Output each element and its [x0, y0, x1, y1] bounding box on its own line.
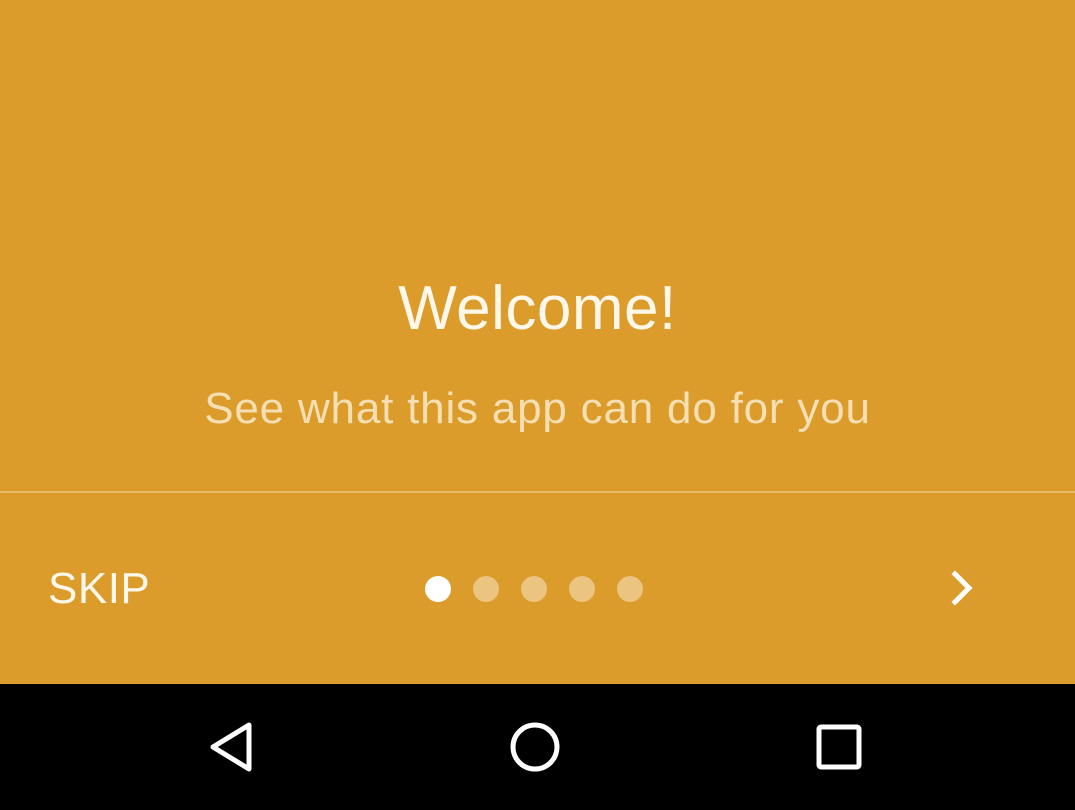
next-button[interactable]	[930, 556, 994, 620]
welcome-title: Welcome!	[398, 274, 677, 343]
home-button[interactable]	[480, 694, 590, 800]
home-circle-icon	[510, 722, 560, 772]
bottom-bar-divider	[0, 491, 1075, 493]
page-dot-1[interactable]	[425, 576, 451, 602]
app-screen: Welcome! See what this app can do for yo…	[0, 0, 1075, 810]
page-dot-3[interactable]	[521, 576, 547, 602]
chevron-right-icon	[951, 570, 973, 606]
onboarding-slide: Welcome! See what this app can do for yo…	[0, 0, 1075, 684]
system-navigation-bar	[0, 684, 1075, 810]
back-button[interactable]	[178, 694, 288, 800]
page-dot-2[interactable]	[473, 576, 499, 602]
recents-button[interactable]	[784, 694, 894, 800]
page-dot-4[interactable]	[569, 576, 595, 602]
page-dot-5[interactable]	[617, 576, 643, 602]
back-triangle-icon	[210, 722, 252, 772]
recents-square-icon	[816, 724, 862, 770]
page-indicator	[425, 576, 643, 602]
welcome-subtitle: See what this app can do for you	[204, 384, 871, 433]
skip-button[interactable]: SKIP	[28, 556, 170, 622]
